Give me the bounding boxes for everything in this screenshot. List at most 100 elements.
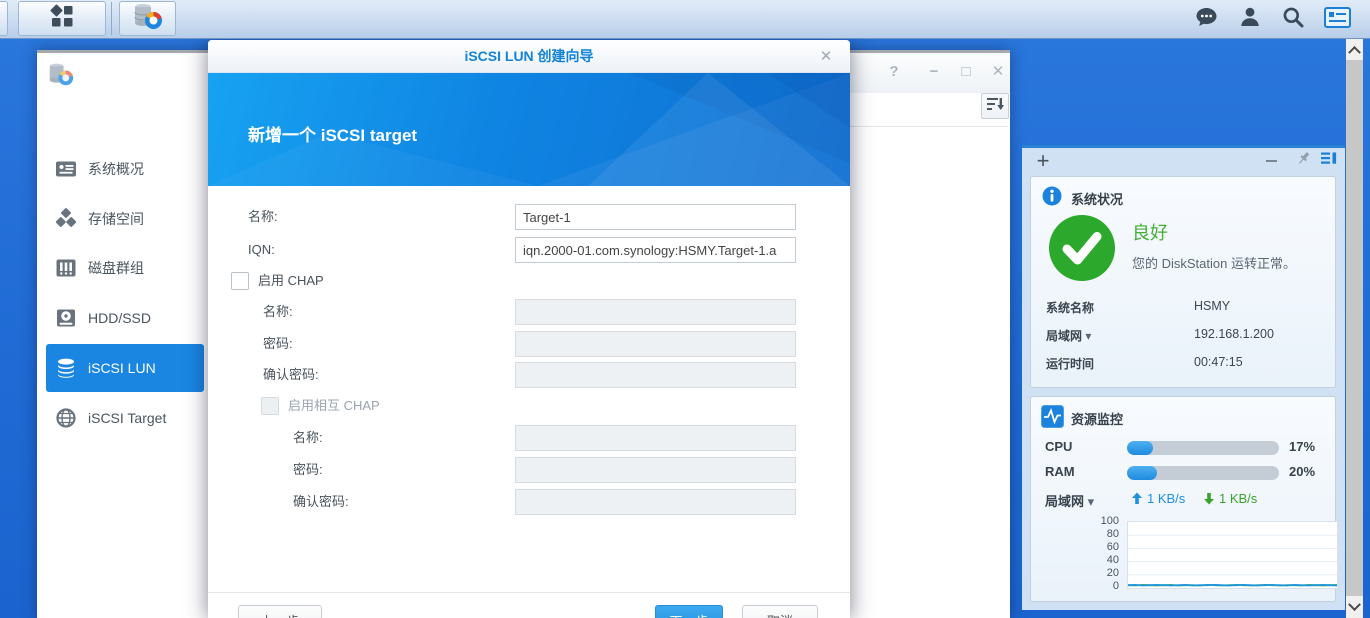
cpu-bar-fill	[1127, 441, 1153, 455]
mutual-name-input	[515, 425, 796, 451]
mutual-confirm-label: 确认密码:	[293, 489, 349, 515]
sidebar-item-disk-group[interactable]: 磁盘群组	[46, 250, 204, 286]
sort-descending-icon	[986, 96, 1004, 117]
dialog-titlebar[interactable]: iSCSI LUN 创建向导 ✕	[208, 40, 850, 73]
sidebar: 系统概况 存储空间	[37, 53, 208, 618]
sidebar-item-hdd-ssd[interactable]: HDD/SSD	[46, 300, 204, 336]
system-health-widget[interactable]: 系统状况 良好 您的 DiskStation 运转正常。 系统名称 HSMY 局…	[1030, 176, 1336, 388]
dock-panel-button[interactable]	[1320, 152, 1338, 170]
y-tick: 40	[1089, 554, 1119, 566]
chevron-down-icon: ▾	[1088, 494, 1095, 509]
network-chart	[1127, 521, 1338, 589]
storage-manager-icon	[133, 1, 163, 36]
chap-confirm-label: 确认密码:	[263, 362, 319, 388]
upload-speed: 1 KB/s	[1147, 491, 1185, 506]
ram-bar-fill	[1127, 466, 1157, 480]
dialog-header: 新增一个 iSCSI target	[208, 73, 850, 186]
user-icon	[1238, 5, 1262, 34]
search-button[interactable]	[1280, 6, 1306, 32]
upload-arrow-icon	[1131, 492, 1143, 510]
enable-chap-label: 启用 CHAP	[258, 272, 324, 290]
health-status: 良好	[1132, 219, 1168, 245]
panel-scrollbar[interactable]	[1346, 38, 1363, 618]
panel-layout-icon	[1321, 151, 1337, 171]
uptime-label: 运行时间	[1046, 355, 1094, 372]
dialog-heading: 新增一个 iSCSI target	[248, 121, 417, 146]
uptime-value: 00:47:15	[1194, 355, 1243, 369]
mutual-password-input	[515, 457, 796, 483]
overview-icon	[55, 158, 77, 180]
name-label: 名称:	[248, 204, 278, 230]
scroll-down-button[interactable]	[1346, 596, 1363, 618]
iscsi-lun-wizard-dialog: iSCSI LUN 创建向导 ✕ 新增一个 iSCSI target 名称: I…	[208, 40, 850, 618]
sidebar-item-iscsi-lun[interactable]: iSCSI LUN	[46, 344, 204, 392]
window-minimize-button[interactable]: −	[923, 62, 945, 82]
scroll-up-button[interactable]	[1346, 38, 1363, 60]
dialog-title: iSCSI LUN 创建向导	[208, 40, 850, 73]
resource-monitor-widget[interactable]: 资源监控 CPU 17% RAM 20% 局域网 ▾ 1 KB/s 1 KB/s…	[1030, 396, 1336, 602]
plus-icon: +	[1037, 148, 1050, 174]
search-icon	[1281, 5, 1305, 34]
download-speed: 1 KB/s	[1219, 491, 1257, 506]
ram-label: RAM	[1045, 464, 1075, 479]
window-help-button[interactable]: ?	[883, 62, 905, 82]
chap-confirm-input	[515, 362, 796, 388]
main-menu-button[interactable]	[18, 1, 106, 36]
sidebar-item-iscsi-target[interactable]: iSCSI Target	[46, 400, 204, 436]
lan-row-label[interactable]: 局域网 ▾	[1046, 327, 1091, 344]
hdd-icon	[55, 307, 77, 329]
storage-manager-app-icon	[48, 61, 74, 87]
previous-button[interactable]: 上一步	[238, 605, 322, 618]
system-name-label: 系统名称	[1046, 299, 1094, 316]
next-button[interactable]: 下一步	[655, 605, 723, 618]
storage-manager-taskbar-button[interactable]	[119, 1, 176, 36]
taskbar-edge-button[interactable]	[0, 1, 8, 36]
info-icon	[1042, 186, 1062, 211]
cancel-button[interactable]: 取消	[742, 605, 818, 618]
resource-monitor-title: 资源监控	[1071, 409, 1123, 428]
user-menu-button[interactable]	[1237, 6, 1263, 32]
chevron-down-icon: ▾	[1085, 329, 1091, 343]
y-tick: 0	[1089, 580, 1119, 592]
pin-icon	[1296, 151, 1311, 171]
footer-separator	[208, 592, 850, 593]
widget-panel: +	[1022, 145, 1345, 610]
sidebar-item-label: 磁盘群组	[88, 258, 144, 278]
minimize-panel-button[interactable]	[1262, 152, 1280, 170]
enable-mutual-chap-label: 启用相互 CHAP	[288, 397, 380, 415]
dialog-close-button[interactable]: ✕	[816, 47, 836, 67]
chap-name-input	[515, 299, 796, 325]
resource-monitor-icon	[1041, 405, 1064, 433]
sidebar-item-label: HDD/SSD	[88, 310, 151, 326]
lan-ip-value: 192.168.1.200	[1194, 327, 1274, 341]
notifications-button[interactable]	[1193, 6, 1219, 32]
sidebar-item-overview[interactable]: 系统概况	[46, 151, 204, 187]
sidebar-item-volume[interactable]: 存储空间	[46, 201, 204, 237]
collapse-sort-button[interactable]	[981, 93, 1009, 119]
volume-icon	[55, 208, 77, 230]
sidebar-item-label: 存储空间	[88, 209, 144, 229]
taskbar	[0, 0, 1370, 39]
enable-chap-checkbox[interactable]	[231, 272, 249, 290]
pin-panel-button[interactable]	[1294, 152, 1312, 170]
lan-traffic-label[interactable]: 局域网 ▾	[1045, 491, 1094, 510]
main-menu-icon	[49, 3, 75, 34]
sidebar-item-label: iSCSI LUN	[88, 360, 156, 376]
chevron-up-icon	[1348, 45, 1361, 58]
cpu-percent: 17%	[1289, 439, 1315, 454]
taskbar-separator	[111, 2, 112, 35]
cpu-meter	[1127, 441, 1279, 455]
window-maximize-button[interactable]: □	[955, 62, 977, 82]
chat-icon	[1194, 5, 1219, 34]
add-widget-button[interactable]: +	[1032, 150, 1054, 172]
dialog-body: 名称: IQN: 启用 CHAP 名称: 密码: 确认密码: 启用相互 CHAP…	[208, 186, 850, 618]
widgets-panel-button[interactable]	[1324, 7, 1351, 28]
enable-mutual-chap-checkbox	[261, 397, 279, 415]
y-tick: 60	[1089, 541, 1119, 553]
network-chart-svg	[1128, 522, 1337, 588]
ram-percent: 20%	[1289, 464, 1315, 479]
window-close-button[interactable]: ✕	[987, 62, 1009, 82]
iqn-input[interactable]	[515, 237, 796, 263]
download-arrow-icon	[1203, 492, 1215, 510]
name-input[interactable]	[515, 204, 796, 230]
